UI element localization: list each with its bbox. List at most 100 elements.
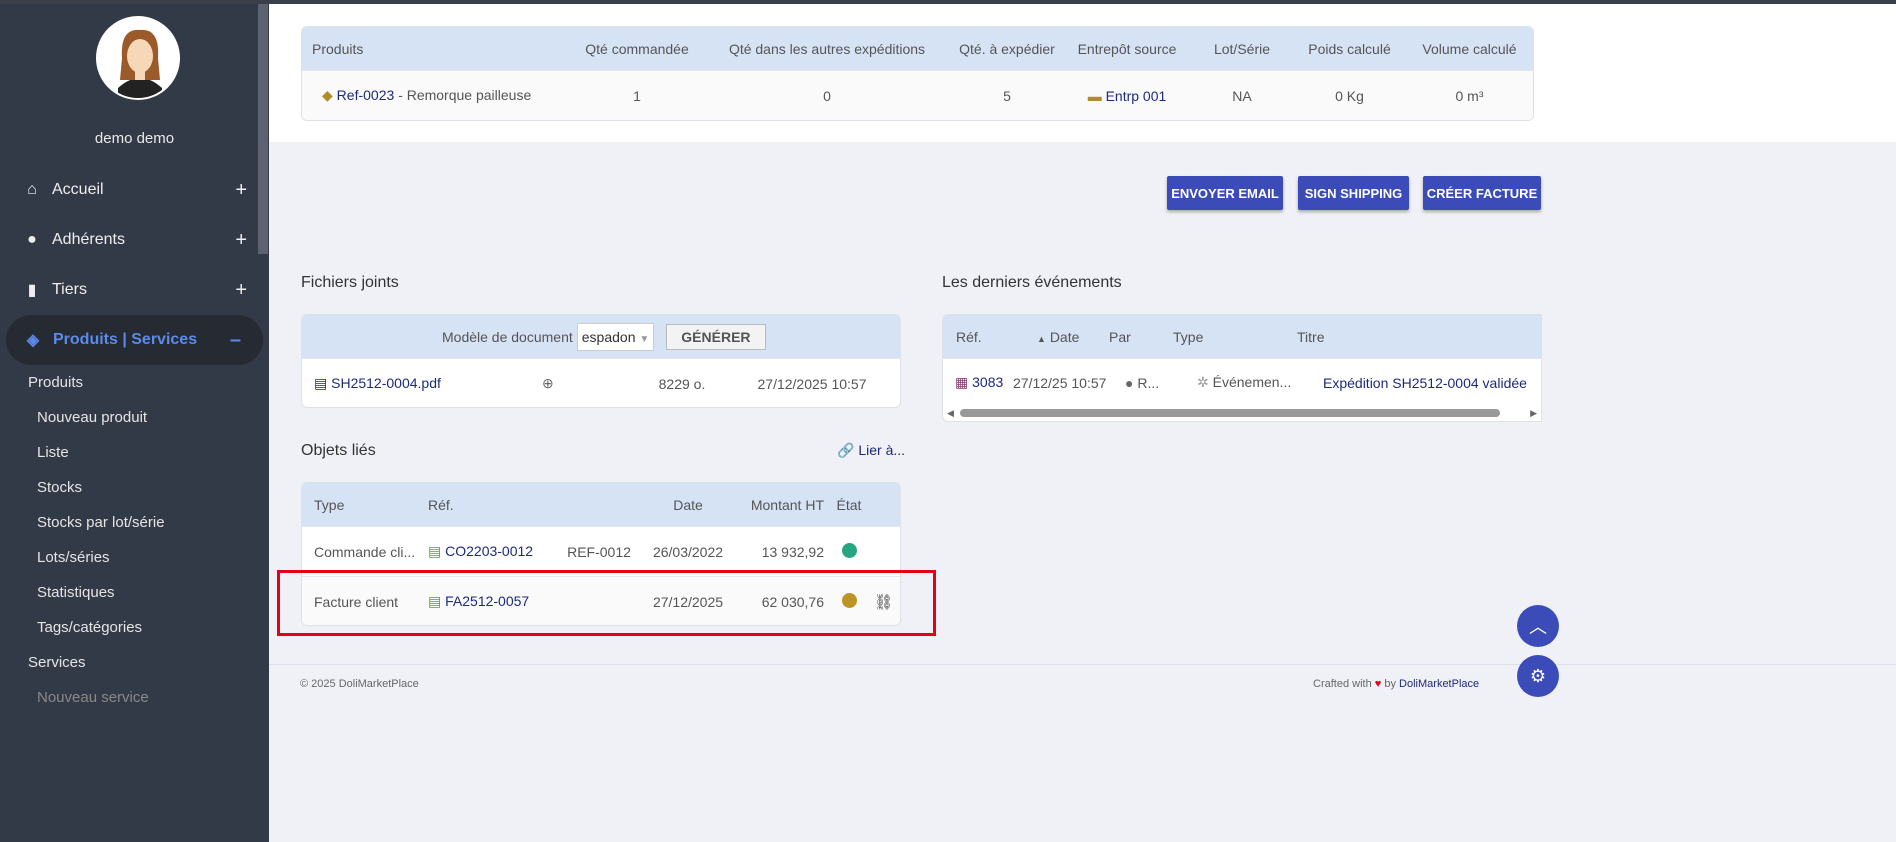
expand-icon[interactable]: + — [235, 179, 247, 202]
by-text: by — [1384, 678, 1396, 690]
menu-label: Accueil — [52, 181, 104, 198]
submenu-services[interactable]: Services — [0, 645, 269, 680]
files-title: Fichiers joints — [301, 274, 399, 291]
warehouse-link[interactable]: Entrp 001 — [1106, 88, 1167, 104]
files-table: Modèle de document espadon ▼ GÉNÉRER ▤ S… — [301, 314, 901, 408]
scroll-right-icon[interactable]: ▶ — [1530, 408, 1537, 419]
model-label: Modèle de document — [442, 328, 573, 345]
col-entrepot: Entrepôt source — [1077, 40, 1177, 57]
scroll-thumb[interactable] — [959, 409, 1501, 417]
sign-shipping-button[interactable]: SIGN SHIPPING — [1298, 176, 1409, 210]
submenu-stocks[interactable]: Stocks — [0, 470, 269, 505]
link-to-button[interactable]: 🔗 Lier à... — [837, 442, 905, 459]
qty-other: 0 — [823, 87, 831, 104]
horizontal-scrollbar[interactable]: ◀ ▶ — [947, 407, 1537, 419]
expand-icon[interactable]: + — [235, 279, 247, 302]
home-icon: ⌂ — [27, 181, 37, 198]
preview-icon[interactable]: ⊕ — [542, 375, 622, 392]
col-type[interactable]: Type — [1173, 329, 1297, 345]
collapse-icon[interactable]: – — [230, 329, 241, 352]
username: demo demo — [94, 130, 175, 147]
menu-adherents[interactable]: ● Adhérents + — [0, 215, 269, 265]
event-title-link[interactable]: Expédition SH2512-0004 validée — [1323, 375, 1527, 391]
submenu-produits[interactable]: Produits — [0, 365, 269, 400]
col-date[interactable]: ▲ Date — [1013, 329, 1099, 345]
col-ref: Réf. — [428, 496, 454, 513]
col-par[interactable]: Par — [1099, 329, 1173, 345]
order-icon: ▤ — [428, 543, 442, 559]
link-icon: 🔗 — [837, 442, 855, 458]
linked-date: 26/03/2022 — [652, 543, 724, 560]
col-etat: État — [836, 496, 862, 513]
event-date: 27/12/25 10:57 — [1013, 374, 1107, 391]
submenu-lots[interactable]: Lots/séries — [0, 540, 269, 575]
file-link[interactable]: SH2512-0004.pdf — [331, 375, 441, 391]
status-badge — [841, 542, 857, 558]
col-ref[interactable]: Réf. — [943, 329, 1013, 345]
col-qte-commandee: Qté commandée — [585, 40, 689, 57]
send-email-button[interactable]: ENVOYER EMAIL — [1167, 176, 1283, 210]
product-label: - Remorque pailleuse — [394, 87, 532, 103]
model-select[interactable]: espadon ▼ — [576, 322, 655, 351]
highlight-box — [277, 570, 936, 636]
crafted-by: Crafted with ♥ by DoliMarketPlace — [1313, 678, 1479, 690]
shipment-lines-table: Produits Qté commandée Qté dans les autr… — [301, 26, 1534, 121]
linked-type: Commande cli... — [314, 543, 416, 560]
menu-produits-services[interactable]: ◈ Produits | Services – — [6, 315, 263, 365]
col-date-label: Date — [1049, 328, 1080, 345]
col-poids: Poids calculé — [1308, 40, 1391, 57]
dropdown-icon: ▼ — [639, 333, 650, 345]
file-row: ▤ SH2512-0004.pdf ⊕ 8229 o. 27/12/2025 1… — [302, 358, 900, 407]
events-table: Réf. ▲ Date Par Type Titre ▦ 3083 27/12/… — [942, 314, 1542, 422]
expand-icon[interactable]: + — [235, 229, 247, 252]
volume-value: 0 m³ — [1455, 87, 1484, 104]
menu-accueil[interactable]: ⌂ Accueil + — [0, 165, 269, 215]
brand-link[interactable]: DoliMarketPlace — [1399, 678, 1479, 690]
link-to-label: Lier à... — [858, 442, 906, 458]
file-date: 27/12/2025 10:57 — [757, 375, 867, 392]
weight-value: 0 Kg — [1335, 87, 1364, 104]
submenu-stocks-lot[interactable]: Stocks par lot/série — [0, 505, 269, 540]
footer: © 2025 DoliMarketPlace Crafted with ♥ by… — [269, 664, 1896, 704]
submenu-statistiques[interactable]: Statistiques — [0, 575, 269, 610]
linked-amount: 13 932,92 — [761, 543, 824, 560]
submenu-nouveau-produit[interactable]: Nouveau produit — [0, 400, 269, 435]
warehouse-icon: ▬ — [1087, 87, 1102, 104]
file-size: 8229 o. — [658, 375, 706, 392]
event-link[interactable]: 3083 — [972, 374, 1003, 390]
menu-label: Adhérents — [52, 231, 125, 248]
col-titre[interactable]: Titre — [1297, 329, 1324, 345]
scroll-left-icon[interactable]: ◀ — [947, 408, 954, 419]
avatar[interactable] — [96, 16, 180, 100]
col-produits: Produits — [312, 40, 364, 57]
cube-icon: ◈ — [26, 332, 40, 349]
gear-icon: ✲ — [1197, 374, 1209, 390]
sort-asc-icon: ▲ — [1037, 333, 1046, 344]
model-value: espadon — [581, 328, 636, 345]
linked-ref-link[interactable]: CO2203-0012 — [445, 543, 533, 559]
settings-button[interactable]: ⚙ — [1517, 655, 1559, 697]
heart-icon: ♥ — [1374, 678, 1382, 690]
pdf-icon: ▤ — [314, 375, 328, 391]
col-lot: Lot/Série — [1213, 40, 1271, 57]
linked-row: Commande cli... ▤ CO2203-0012 REF-0012 2… — [302, 526, 900, 576]
submenu-nouveau-service[interactable]: Nouveau service — [0, 680, 269, 715]
user-icon: ● — [27, 231, 37, 248]
chevron-up-icon: ︿ — [1529, 617, 1547, 637]
lot-value: NA — [1232, 87, 1252, 104]
submenu-tags[interactable]: Tags/catégories — [0, 610, 269, 645]
menu-tiers[interactable]: ▮ Tiers + — [0, 265, 269, 315]
product-link[interactable]: Ref-0023 — [337, 87, 395, 103]
submenu-liste[interactable]: Liste — [0, 435, 269, 470]
col-qte-expedier: Qté. à expédier — [959, 40, 1055, 57]
product-icon: ◆ — [322, 87, 333, 103]
qty-toship: 5 — [1003, 87, 1011, 104]
generate-button[interactable]: GÉNÉRER — [666, 323, 766, 350]
menu-label: Tiers — [52, 281, 87, 298]
col-montant: Montant HT — [750, 496, 824, 513]
col-volume: Volume calculé — [1422, 40, 1517, 57]
create-invoice-button[interactable]: CRÉER FACTURE — [1423, 176, 1541, 210]
events-title: Les derniers événements — [942, 274, 1122, 291]
crafted-text: Crafted with — [1313, 678, 1372, 690]
scroll-top-button[interactable]: ︿ — [1517, 605, 1559, 647]
